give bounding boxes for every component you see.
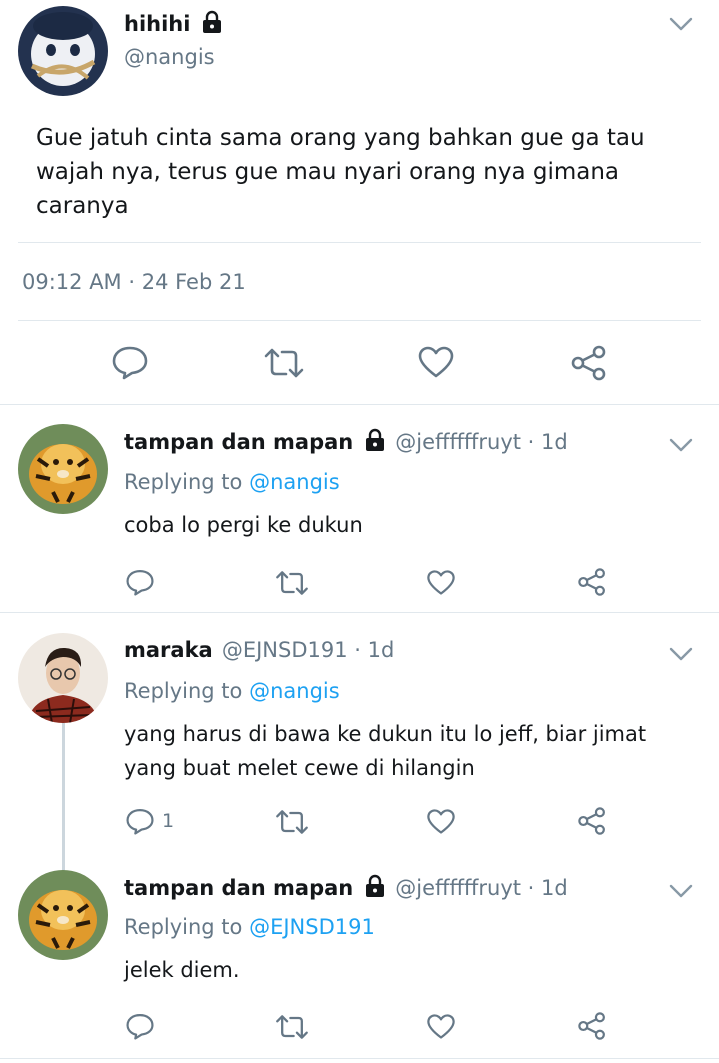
divider [0, 612, 719, 613]
thread-line [62, 722, 65, 872]
replying-to-mention[interactable]: @EJNSD191 [249, 915, 375, 939]
tweet-timestamp: 09:12 AM · 24 Feb 21 [22, 270, 246, 294]
replying-to-mention[interactable]: @nangis [249, 470, 340, 494]
divider [18, 320, 701, 321]
divider [0, 1058, 719, 1059]
reply-author-name[interactable]: maraka [124, 638, 213, 662]
reply-icon[interactable] [125, 1012, 155, 1044]
replying-to-label: Replying to [124, 679, 243, 703]
divider [0, 404, 719, 405]
replying-to-label: Replying to [124, 915, 243, 939]
retweet-icon[interactable] [274, 569, 310, 601]
avatar[interactable] [18, 633, 108, 723]
reply-icon[interactable] [111, 344, 149, 384]
avatar[interactable] [18, 6, 108, 96]
lock-icon [363, 874, 387, 902]
reply-count: 1 [162, 810, 175, 832]
reply-author-name[interactable]: tampan dan mapan [124, 430, 353, 454]
avatar[interactable] [18, 870, 108, 960]
reply-icon[interactable] [125, 568, 155, 600]
reply-text: coba lo pergi ke dukun [124, 513, 363, 537]
replying-to: Replying to @EJNSD191 [124, 915, 375, 939]
like-icon[interactable] [426, 569, 456, 600]
avatar[interactable] [18, 424, 108, 514]
retweet-icon[interactable] [274, 1013, 310, 1045]
replying-to-mention[interactable]: @nangis [249, 679, 340, 703]
reply-author-handle[interactable]: @jeffffffruyt · 1d [395, 876, 567, 900]
retweet-icon[interactable] [262, 346, 306, 384]
tweet-text: Gue jatuh cinta sama orang yang bahkan g… [36, 125, 645, 219]
chevron-down-icon[interactable] [668, 882, 694, 904]
share-icon[interactable] [577, 1011, 607, 1045]
replying-to: Replying to @nangis [124, 679, 340, 703]
lock-icon [363, 428, 387, 456]
author-name-text: hihihi [124, 12, 191, 36]
like-icon[interactable] [426, 808, 456, 839]
author-name[interactable]: hihihi [124, 10, 224, 39]
chevron-down-icon[interactable] [668, 15, 694, 37]
retweet-icon[interactable] [274, 808, 310, 840]
share-icon[interactable] [577, 567, 607, 601]
divider [18, 242, 701, 243]
author-handle[interactable]: @nangis [124, 45, 215, 69]
like-icon[interactable] [417, 345, 455, 383]
lock-icon [200, 10, 224, 39]
replying-to: Replying to @nangis [124, 470, 340, 494]
chevron-down-icon[interactable] [668, 645, 694, 667]
reply-author-name[interactable]: tampan dan mapan [124, 876, 353, 900]
reply-text: yang harus di bawa ke dukun itu lo jeff,… [124, 722, 647, 780]
chevron-down-icon[interactable] [668, 436, 694, 458]
share-icon[interactable] [570, 344, 608, 386]
share-icon[interactable] [577, 806, 607, 840]
reply-author-handle[interactable]: @jeffffffruyt · 1d [395, 430, 567, 454]
reply-text: jelek diem. [124, 958, 240, 982]
reply-icon[interactable] [125, 807, 155, 839]
like-icon[interactable] [426, 1013, 456, 1044]
replying-to-label: Replying to [124, 470, 243, 494]
reply-author-handle[interactable]: @EJNSD191 · 1d [222, 638, 394, 662]
